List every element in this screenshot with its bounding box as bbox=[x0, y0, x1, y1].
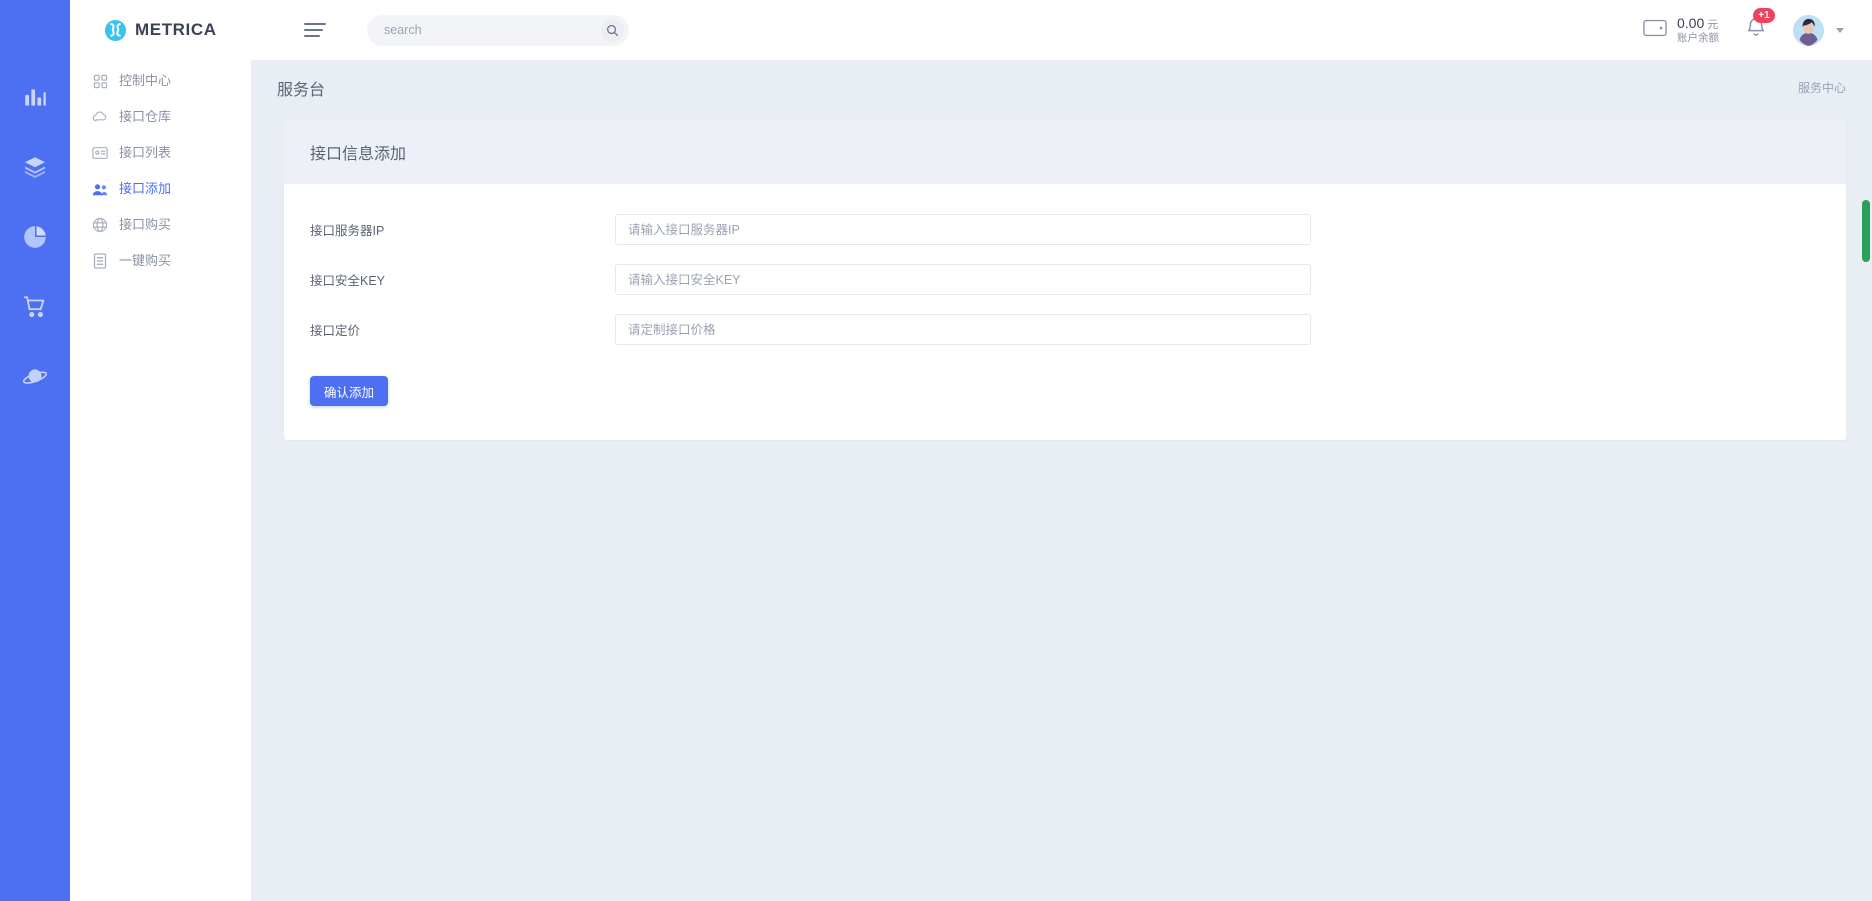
sidebar-item-label: 接口添加 bbox=[119, 180, 171, 198]
server-ip-input[interactable] bbox=[615, 214, 1311, 245]
sidebar-item-interface-warehouse[interactable]: 接口仓库 bbox=[70, 99, 251, 135]
search-input[interactable] bbox=[367, 15, 629, 46]
users-icon bbox=[92, 181, 108, 197]
interface-add-card: 接口信息添加 接口服务器IP 接口安全KEY 接口定价 bbox=[284, 120, 1846, 440]
card-title: 接口信息添加 bbox=[284, 120, 1846, 184]
pricing-input[interactable] bbox=[615, 314, 1311, 345]
field-wrapper bbox=[615, 314, 1311, 345]
form-row-pricing: 接口定价 bbox=[284, 314, 1846, 345]
metrica-logo-icon bbox=[104, 19, 127, 42]
sidebar-menu: 控制中心 接口仓库 接口列表 bbox=[70, 63, 251, 279]
card-body: 接口服务器IP 接口安全KEY 接口定价 bbox=[284, 184, 1846, 440]
sidebar-item-label: 接口列表 bbox=[119, 144, 171, 162]
sidebar-item-label: 接口仓库 bbox=[119, 108, 171, 126]
search-icon[interactable] bbox=[601, 19, 624, 42]
app-root: 管理模块 控制中心 接口仓 bbox=[0, 0, 1872, 901]
pie-chart-icon[interactable] bbox=[18, 220, 52, 254]
notifications-button[interactable]: +1 bbox=[1745, 16, 1767, 44]
hamburger-menu-icon[interactable] bbox=[304, 23, 326, 38]
sidebar-item-label: 一键购买 bbox=[119, 252, 171, 270]
field-wrapper bbox=[615, 214, 1311, 245]
sidebar: 管理模块 控制中心 接口仓 bbox=[70, 0, 251, 901]
user-avatar[interactable] bbox=[1793, 15, 1824, 46]
page-title: 服务台 bbox=[277, 76, 325, 100]
wallet-texts: 0.00元 账户余额 bbox=[1677, 15, 1719, 46]
wallet-amount-row: 0.00元 bbox=[1677, 15, 1719, 33]
cloud-icon bbox=[92, 109, 108, 125]
top-right-actions: 0.00元 账户余额 +1 bbox=[1643, 15, 1844, 46]
document-icon bbox=[92, 253, 108, 269]
globe-icon bbox=[92, 217, 108, 233]
shopping-cart-icon[interactable] bbox=[18, 290, 52, 324]
layers-icon[interactable] bbox=[18, 150, 52, 184]
field-wrapper bbox=[615, 264, 1311, 295]
grid-icon bbox=[92, 73, 108, 89]
icon-rail bbox=[0, 0, 70, 901]
notification-badge: +1 bbox=[1753, 8, 1775, 23]
field-label: 接口定价 bbox=[310, 320, 615, 339]
vertical-scrollbar-thumb[interactable] bbox=[1862, 200, 1870, 262]
sidebar-item-interface-buy[interactable]: 接口购买 bbox=[70, 207, 251, 243]
field-label: 接口安全KEY bbox=[310, 270, 615, 289]
form-actions: 确认添加 bbox=[284, 364, 1846, 406]
sidebar-item-label: 接口购买 bbox=[119, 216, 171, 234]
planet-icon[interactable] bbox=[18, 360, 52, 394]
bell-icon bbox=[1745, 26, 1767, 43]
bar-chart-icon[interactable] bbox=[18, 80, 52, 114]
breadcrumb[interactable]: 服务中心 bbox=[1798, 79, 1846, 96]
main-content: 服务台 服务中心 接口信息添加 接口服务器IP 接口安全KEY bbox=[251, 0, 1872, 901]
sidebar-item-interface-list[interactable]: 接口列表 bbox=[70, 135, 251, 171]
security-key-input[interactable] bbox=[615, 264, 1311, 295]
wallet-balance[interactable]: 0.00元 账户余额 bbox=[1643, 15, 1719, 46]
id-card-icon bbox=[92, 145, 108, 161]
wallet-unit: 元 bbox=[1707, 19, 1718, 31]
brand-name: METRICA bbox=[135, 20, 217, 40]
form-row-security-key: 接口安全KEY bbox=[284, 264, 1846, 295]
sidebar-item-interface-add[interactable]: 接口添加 bbox=[70, 171, 251, 207]
vertical-scrollbar-track[interactable] bbox=[1860, 60, 1872, 901]
wallet-icon bbox=[1643, 18, 1667, 43]
sidebar-item-control-center[interactable]: 控制中心 bbox=[70, 63, 251, 99]
top-bar: METRICA bbox=[70, 0, 1872, 60]
sidebar-item-one-click-buy[interactable]: 一键购买 bbox=[70, 243, 251, 279]
wallet-amount: 0.00 bbox=[1677, 15, 1704, 31]
page-header: 服务台 服务中心 bbox=[251, 60, 1872, 115]
form-row-server-ip: 接口服务器IP bbox=[284, 214, 1846, 245]
confirm-add-button[interactable]: 确认添加 bbox=[310, 376, 388, 406]
search-box bbox=[367, 15, 629, 46]
field-label: 接口服务器IP bbox=[310, 220, 615, 239]
sidebar-item-label: 控制中心 bbox=[119, 72, 171, 90]
wallet-label: 账户余额 bbox=[1677, 32, 1719, 45]
chevron-down-icon[interactable] bbox=[1836, 28, 1844, 33]
brand[interactable]: METRICA bbox=[104, 19, 264, 42]
